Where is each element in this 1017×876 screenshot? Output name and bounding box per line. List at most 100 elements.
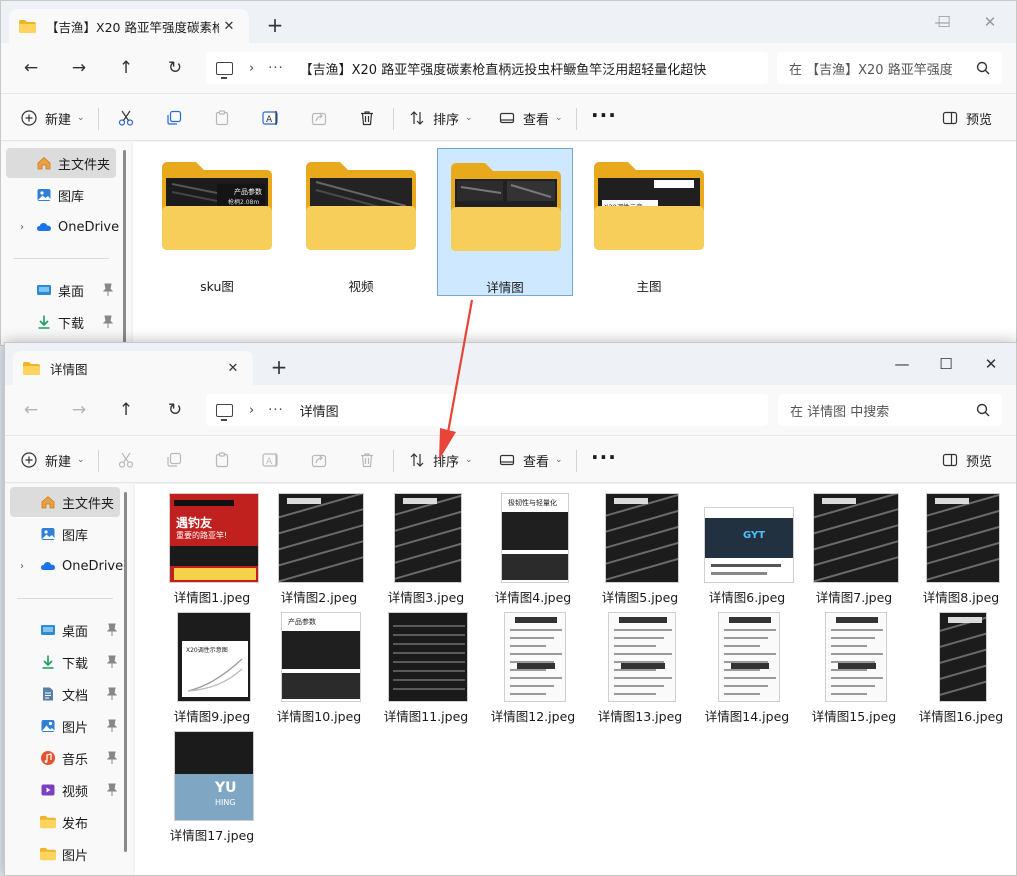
- pin-icon[interactable]: [106, 751, 118, 765]
- copy-button[interactable]: [166, 102, 182, 134]
- close-window-button[interactable]: ✕: [968, 349, 1014, 379]
- refresh-icon[interactable]: ↻: [159, 394, 191, 426]
- sidebar-item-onedrive[interactable]: › OneDrive: [10, 551, 123, 581]
- sidebar-item-desktop[interactable]: 桌面: [10, 615, 120, 645]
- search-input[interactable]: 在 【吉渔】X20 路亚竿强度: [777, 52, 1002, 84]
- breadcrumb[interactable]: 详情图: [300, 401, 339, 420]
- new-button[interactable]: 新建 ⌄: [21, 444, 85, 476]
- tab-active[interactable]: 【吉渔】X20 路亚竿强度碳素枪 ✕: [9, 9, 249, 43]
- sort-button[interactable]: 排序 ⌄: [409, 102, 473, 134]
- share-button[interactable]: [311, 444, 327, 476]
- up-arrow-icon[interactable]: ↑: [110, 394, 142, 426]
- maximize-button[interactable]: ☐: [921, 7, 967, 37]
- sidebar-item-desktop[interactable]: 桌面: [6, 275, 116, 305]
- rename-button[interactable]: A: [262, 444, 280, 476]
- breadcrumb[interactable]: 【吉渔】X20 路亚竿强度碳素枪直柄远投虫杆鳜鱼竿泛用超轻量化超快: [300, 59, 707, 78]
- file-item[interactable]: 遇钓友 重要的路亚竿! 详情图1.jpeg: [159, 491, 265, 609]
- delete-button[interactable]: [359, 102, 375, 134]
- pin-icon[interactable]: [106, 687, 118, 701]
- file-item[interactable]: 详情图16.jpeg: [908, 610, 1014, 728]
- file-item[interactable]: 详情图12.jpeg: [480, 610, 586, 728]
- preview-button[interactable]: 预览: [942, 444, 992, 476]
- more-path-icon[interactable]: ···: [268, 61, 283, 76]
- pin-icon[interactable]: [102, 315, 114, 329]
- sidebar-item-gallery[interactable]: 图库: [10, 519, 120, 549]
- more-path-icon[interactable]: ···: [268, 403, 283, 418]
- back-arrow-icon[interactable]: ←: [15, 52, 47, 84]
- new-tab-button[interactable]: +: [263, 13, 287, 37]
- sort-button[interactable]: 排序 ⌄: [409, 444, 473, 476]
- cut-button[interactable]: [118, 102, 134, 134]
- file-item[interactable]: 详情图3.jpeg: [373, 491, 479, 609]
- chevron-right-icon[interactable]: ›: [20, 222, 24, 233]
- cut-button[interactable]: [118, 444, 134, 476]
- folder-detail-selected[interactable]: 详情图: [437, 148, 573, 296]
- file-item[interactable]: 详情图13.jpeg: [587, 610, 693, 728]
- share-button[interactable]: [311, 102, 327, 134]
- file-item[interactable]: 详情图15.jpeg: [801, 610, 907, 728]
- forward-arrow-icon[interactable]: →: [63, 394, 95, 426]
- file-item[interactable]: 详情图2.jpeg: [266, 491, 372, 609]
- view-button[interactable]: 查看 ⌄: [499, 444, 563, 476]
- sidebar-item-videos[interactable]: 视频: [10, 775, 120, 805]
- sidebar-item-onedrive[interactable]: › OneDrive: [6, 212, 119, 242]
- more-options-button[interactable]: ···: [591, 102, 617, 134]
- back-arrow-icon[interactable]: ←: [15, 394, 47, 426]
- address-bar[interactable]: › ··· 【吉渔】X20 路亚竿强度碳素枪直柄远投虫杆鳜鱼竿泛用超轻量化超快: [206, 52, 768, 84]
- maximize-button[interactable]: ☐: [923, 349, 969, 379]
- copy-button[interactable]: [166, 444, 182, 476]
- pin-icon[interactable]: [106, 719, 118, 733]
- paste-button[interactable]: [214, 102, 230, 134]
- refresh-icon[interactable]: ↻: [159, 52, 191, 84]
- file-item[interactable]: 详情图7.jpeg: [801, 491, 907, 609]
- search-input[interactable]: 在 详情图 中搜索: [778, 394, 1002, 426]
- sidebar-item-home[interactable]: 主文件夹: [10, 487, 120, 517]
- minimize-button[interactable]: —: [879, 349, 925, 379]
- sidebar-item-home[interactable]: 主文件夹: [6, 148, 116, 178]
- file-item[interactable]: 详情图14.jpeg: [694, 610, 800, 728]
- sidebar-scrollbar[interactable]: [124, 492, 127, 852]
- new-button[interactable]: 新建 ⌄: [21, 102, 85, 134]
- close-window-button[interactable]: ✕: [967, 7, 1013, 37]
- file-item[interactable]: 详情图11.jpeg: [373, 610, 479, 728]
- sidebar-item-downloads[interactable]: 下载: [6, 307, 116, 337]
- view-icon: [499, 112, 515, 124]
- pin-icon[interactable]: [106, 655, 118, 669]
- up-arrow-icon[interactable]: ↑: [110, 52, 142, 84]
- sidebar-item-music[interactable]: 音乐: [10, 743, 120, 773]
- sidebar-item-downloads[interactable]: 下载: [10, 647, 120, 677]
- folder-video[interactable]: 视频: [293, 148, 429, 296]
- delete-button[interactable]: [359, 444, 375, 476]
- tab-close-button[interactable]: ✕: [223, 361, 243, 376]
- sidebar-scrollbar[interactable]: [123, 150, 126, 345]
- tab-close-button[interactable]: ✕: [219, 19, 239, 34]
- sort-icon: [410, 111, 424, 125]
- file-item[interactable]: X20调性示意图 详情图9.jpeg: [159, 610, 265, 728]
- chevron-right-icon[interactable]: ›: [20, 561, 24, 572]
- new-tab-button[interactable]: +: [267, 355, 291, 379]
- pin-icon[interactable]: [106, 783, 118, 797]
- file-item[interactable]: 产品参数 详情图10.jpeg: [266, 610, 372, 728]
- preview-button[interactable]: 预览: [942, 102, 992, 134]
- sidebar-item-pictures[interactable]: 图片: [10, 711, 120, 741]
- more-options-button[interactable]: ···: [591, 444, 617, 476]
- file-item[interactable]: 极韧性与轻量化 详情图4.jpeg: [480, 491, 586, 609]
- view-button[interactable]: 查看 ⌄: [499, 102, 563, 134]
- file-item[interactable]: YU HING 详情图17.jpeg: [159, 729, 265, 847]
- sidebar-item-publish[interactable]: 发布: [10, 807, 120, 837]
- pin-icon[interactable]: [106, 623, 118, 637]
- file-item[interactable]: 详情图5.jpeg: [587, 491, 693, 609]
- tab-active[interactable]: 详情图 ✕: [13, 351, 253, 385]
- file-item[interactable]: GYT 详情图6.jpeg: [694, 491, 800, 609]
- rename-button[interactable]: A: [262, 102, 280, 134]
- forward-arrow-icon[interactable]: →: [63, 52, 95, 84]
- folder-sku[interactable]: 产品参数 枪柄2.08m sku图: [149, 148, 285, 296]
- file-item[interactable]: 详情图8.jpeg: [908, 491, 1014, 609]
- sidebar-item-gallery[interactable]: 图库: [6, 180, 116, 210]
- pin-icon[interactable]: [102, 283, 114, 297]
- sidebar-item-documents[interactable]: 文档: [10, 679, 120, 709]
- paste-button[interactable]: [214, 444, 230, 476]
- sidebar-item-pictures-folder[interactable]: 图片: [10, 839, 120, 869]
- address-bar[interactable]: › ··· 详情图: [206, 394, 768, 426]
- folder-main[interactable]: X20调性示意 主图: [581, 148, 717, 296]
